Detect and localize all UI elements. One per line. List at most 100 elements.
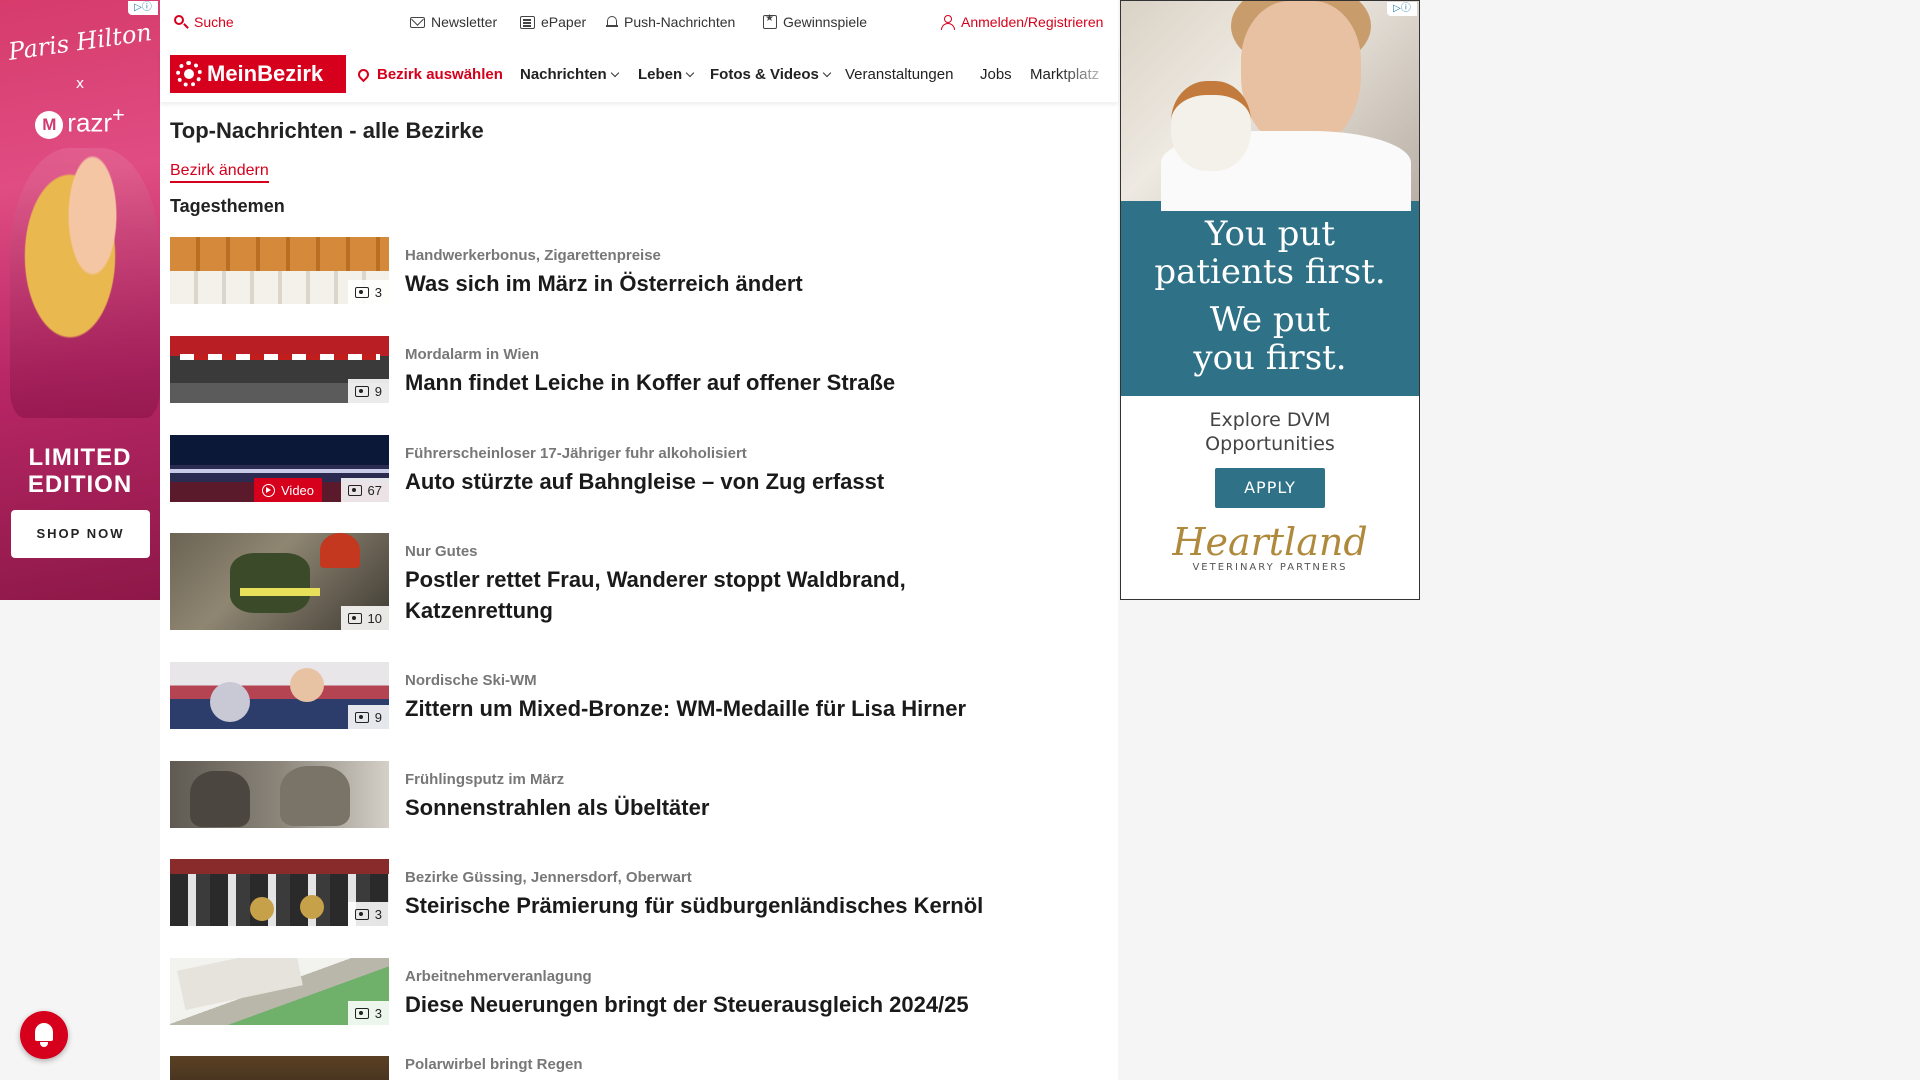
nav-nachrichten[interactable]: Nachrichten bbox=[520, 66, 619, 83]
article-thumbnail[interactable]: 10 bbox=[170, 533, 389, 630]
chevron-down-icon bbox=[822, 68, 832, 78]
article-headline[interactable]: Was sich im März in Österreich ändert bbox=[405, 268, 1045, 299]
nav-jobs[interactable]: Jobs bbox=[980, 66, 1012, 83]
nav-fotos-videos[interactable]: Fotos & Videos bbox=[710, 66, 832, 83]
photo-count-badge: 3 bbox=[347, 902, 389, 926]
photo-count-badge: 67 bbox=[340, 478, 389, 502]
article-thumbnail[interactable]: 3 bbox=[170, 237, 389, 304]
search-icon bbox=[174, 15, 188, 29]
newsletter-link[interactable]: Newsletter bbox=[410, 14, 497, 30]
ad-model-image bbox=[10, 148, 160, 418]
play-icon bbox=[262, 483, 275, 497]
page-title: Top-Nachrichten - alle Bezirke bbox=[170, 118, 484, 143]
article-kicker: Nur Gutes bbox=[405, 543, 478, 560]
location-pin-icon bbox=[355, 66, 372, 83]
article-item[interactable]: Frühlingsputz im März Sonnenstrahlen als… bbox=[170, 761, 1100, 831]
article-kicker: Bezirke Güssing, Jennersdorf, Oberwart bbox=[405, 869, 692, 886]
user-icon bbox=[941, 14, 955, 30]
camera-icon bbox=[347, 612, 362, 624]
ad-razr-logo: Mrazr+ bbox=[0, 102, 160, 139]
photo-count-badge: 3 bbox=[347, 280, 389, 304]
adchoices-icon[interactable]: ▷ⓘ bbox=[128, 1, 158, 15]
article-item[interactable]: 3 Arbeitnehmerveranlagung Diese Neuerung… bbox=[170, 958, 1100, 1028]
nav-veranstaltungen[interactable]: Veranstaltungen bbox=[845, 66, 953, 83]
article-kicker: Polarwirbel bringt Regen bbox=[405, 1056, 583, 1073]
adchoices-icon[interactable]: ▷ⓘ bbox=[1387, 2, 1417, 16]
bell-icon bbox=[606, 15, 618, 29]
article-thumbnail[interactable]: 9 bbox=[170, 336, 389, 403]
section-heading: Tagesthemen bbox=[170, 196, 285, 216]
heartland-subtitle: VETERINARY PARTNERS bbox=[1192, 562, 1348, 573]
camera-icon bbox=[354, 711, 369, 723]
article-thumbnail[interactable]: 3 bbox=[170, 859, 389, 926]
article-headline[interactable]: Steirische Prämierung für südburgenländi… bbox=[405, 890, 1045, 921]
article-item[interactable]: Video 67 Führerscheinloser 17-Jähriger f… bbox=[170, 435, 1100, 505]
ad-vet-photo: ▷ⓘ bbox=[1121, 1, 1419, 211]
bezirk-select[interactable]: Bezirk auswählen bbox=[355, 66, 503, 83]
change-bezirk-link[interactable]: Bezirk ändern bbox=[170, 162, 269, 183]
article-thumbnail[interactable]: 9 bbox=[170, 662, 389, 729]
article-item[interactable]: 3 Bezirke Güssing, Jennersdorf, Oberwart… bbox=[170, 859, 1100, 929]
chevron-down-icon bbox=[685, 68, 695, 78]
article-item[interactable]: Polarwirbel bringt Regen bbox=[170, 1056, 1100, 1080]
nav-fade bbox=[1058, 56, 1118, 96]
epaper-link[interactable]: ePaper bbox=[520, 14, 586, 30]
camera-icon bbox=[347, 484, 362, 496]
camera-icon bbox=[354, 286, 369, 298]
left-advertisement[interactable]: ▷ⓘ Paris Hilton x Mrazr+ LIMITED EDITION… bbox=[0, 0, 160, 600]
newspaper-icon bbox=[520, 15, 535, 29]
prize-icon bbox=[763, 13, 777, 29]
article-headline[interactable]: Postler rettet Frau, Wanderer stoppt Wal… bbox=[405, 564, 1045, 626]
camera-icon bbox=[354, 908, 369, 920]
article-kicker: Nordische Ski-WM bbox=[405, 672, 537, 689]
camera-icon bbox=[354, 385, 369, 397]
main-column: Suche Newsletter ePaper Push-Nachrichten… bbox=[160, 0, 1118, 1080]
photo-count-badge: 9 bbox=[347, 379, 389, 403]
article-thumbnail[interactable] bbox=[170, 761, 389, 828]
ad-headline-panel: You put patients first. We put you first… bbox=[1121, 201, 1419, 396]
ad-brand-script: Paris Hilton bbox=[6, 18, 154, 66]
notification-bell-button[interactable] bbox=[20, 1011, 68, 1059]
search-link[interactable]: Suche bbox=[174, 14, 234, 30]
article-headline[interactable]: Auto stürzte auf Bahngleise – von Zug er… bbox=[405, 466, 1045, 497]
article-thumbnail[interactable]: Video 67 bbox=[170, 435, 389, 502]
gewinnspiele-link[interactable]: Gewinnspiele bbox=[763, 13, 867, 30]
chevron-down-icon bbox=[610, 68, 619, 78]
article-kicker: Arbeitnehmerveranlagung bbox=[405, 968, 592, 985]
photo-count-badge: 9 bbox=[347, 705, 389, 729]
article-kicker: Frühlingsputz im März bbox=[405, 771, 565, 788]
article-headline[interactable]: Zittern um Mixed-Bronze: WM-Medaille für… bbox=[405, 693, 1045, 724]
heartland-logo: Heartland bbox=[1172, 520, 1368, 564]
motorola-icon: M bbox=[35, 110, 64, 139]
article-headline[interactable]: Sonnenstrahlen als Übeltäter bbox=[405, 792, 1045, 823]
article-item[interactable]: 9 Nordische Ski-WM Zittern um Mixed-Bron… bbox=[170, 662, 1100, 732]
article-item[interactable]: 9 Mordalarm in Wien Mann findet Leiche i… bbox=[170, 336, 1100, 406]
article-thumbnail[interactable]: 3 bbox=[170, 958, 389, 1025]
login-link[interactable]: Anmelden/Registrieren bbox=[941, 14, 1103, 30]
video-badge[interactable]: Video bbox=[254, 478, 323, 502]
article-headline[interactable]: Mann findet Leiche in Koffer auf offener… bbox=[405, 367, 1045, 398]
apply-button[interactable]: APPLY bbox=[1215, 468, 1325, 508]
article-kicker: Führerscheinloser 17-Jähriger fuhr alkoh… bbox=[405, 445, 747, 462]
ad-collab-x: x bbox=[75, 76, 85, 92]
ad-dog-image bbox=[1171, 81, 1251, 171]
article-thumbnail[interactable] bbox=[170, 1056, 389, 1080]
photo-count-badge: 10 bbox=[340, 606, 389, 630]
article-headline[interactable]: Diese Neuerungen bringt der Steuerausgle… bbox=[405, 989, 1045, 1020]
meinbezirk-logo[interactable]: MeinBezirk bbox=[170, 55, 346, 93]
article-item[interactable]: 10 Nur Gutes Postler rettet Frau, Wander… bbox=[170, 533, 1100, 633]
ad-limited-edition: LIMITED EDITION bbox=[27, 444, 133, 498]
nav-leben[interactable]: Leben bbox=[638, 66, 695, 83]
article-item[interactable]: 3 Handwerkerbonus, Zigarettenpreise Was … bbox=[170, 237, 1100, 307]
ad-explore-text: Explore DVM Opportunities bbox=[1205, 409, 1335, 455]
right-advertisement[interactable]: ▷ⓘ You put patients first. We put you fi… bbox=[1120, 0, 1420, 600]
article-kicker: Mordalarm in Wien bbox=[405, 346, 540, 363]
camera-icon bbox=[354, 1007, 369, 1019]
shop-now-button[interactable]: SHOP NOW bbox=[11, 510, 150, 558]
logo-icon bbox=[176, 61, 202, 87]
photo-count-badge: 3 bbox=[347, 1001, 389, 1025]
push-notifications-link[interactable]: Push-Nachrichten bbox=[606, 14, 735, 30]
article-kicker: Handwerkerbonus, Zigarettenpreise bbox=[405, 247, 661, 264]
main-navigation: MeinBezirk Bezirk auswählen Nachrichten … bbox=[160, 46, 1118, 102]
mail-icon bbox=[410, 16, 425, 28]
